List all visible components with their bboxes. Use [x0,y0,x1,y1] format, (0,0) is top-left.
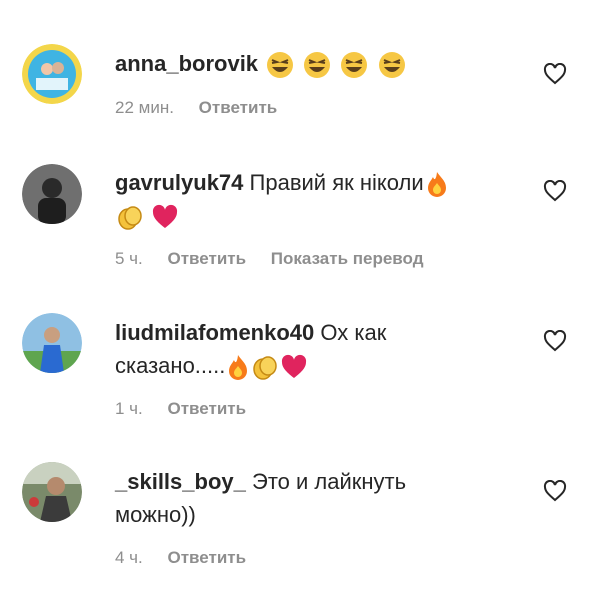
comment-meta: 5 ч. Ответить Показать перевод [115,249,444,269]
reply-button[interactable]: Ответить [168,399,247,419]
comment-username[interactable]: _skills_boy_ [115,469,246,494]
comment-body: _skills_boy_ Это и лайкнуть можно)) [115,465,521,531]
reply-button[interactable]: Ответить [199,98,278,118]
red-heart-emoji [153,205,178,229]
comment-text: Это и лайкнуть [252,469,407,494]
clapping-hands-emoji [253,356,278,380]
clapping-hands-emoji [118,206,142,230]
grinning-squinting-face-emoji [304,52,331,79]
fire-emoji [229,355,248,381]
avatar[interactable] [22,313,82,373]
grinning-squinting-face-emoji [341,52,368,79]
comment-time: 4 ч. [115,548,143,567]
avatar[interactable] [22,44,82,104]
comment-meta: 1 ч. Ответить [115,399,266,419]
show-translation-button[interactable]: Показать перевод [271,249,424,269]
comment-meta: 22 мин. Ответить [115,98,297,118]
comment-body: anna_borovik [115,47,521,80]
fire-emoji [427,172,446,198]
like-heart-icon[interactable] [543,63,567,85]
red-heart-emoji [282,355,307,379]
reply-button[interactable]: Ответить [168,548,247,568]
comment-time: 1 ч. [115,399,143,418]
comment-time: 5 ч. [115,249,143,268]
reply-button[interactable]: Ответить [168,249,247,269]
comment-meta: 4 ч. Ответить [115,548,266,568]
grinning-squinting-face-emoji [267,52,294,79]
comment-text-line2: можно)) [115,502,196,527]
comment-username[interactable]: liudmilafomenko40 [115,320,314,345]
comment-username[interactable]: anna_borovik [115,51,258,76]
like-heart-icon[interactable] [543,330,567,352]
comment-text-line2: сказано..... [115,353,226,378]
like-heart-icon[interactable] [543,180,567,202]
comment-time: 22 мин. [115,98,174,117]
comment-username[interactable]: gavrulyuk74 [115,170,243,195]
like-heart-icon[interactable] [543,480,567,502]
avatar[interactable] [22,164,82,224]
comment-body: gavrulyuk74 Правий як ніколи [115,166,521,232]
comment-text: Правий як ніколи [249,170,424,195]
comment-body: liudmilafomenko40 Ох как сказано..... [115,316,521,382]
grinning-squinting-face-emoji [378,52,405,79]
avatar[interactable] [22,462,82,522]
comment-text: Ох как [320,320,387,345]
